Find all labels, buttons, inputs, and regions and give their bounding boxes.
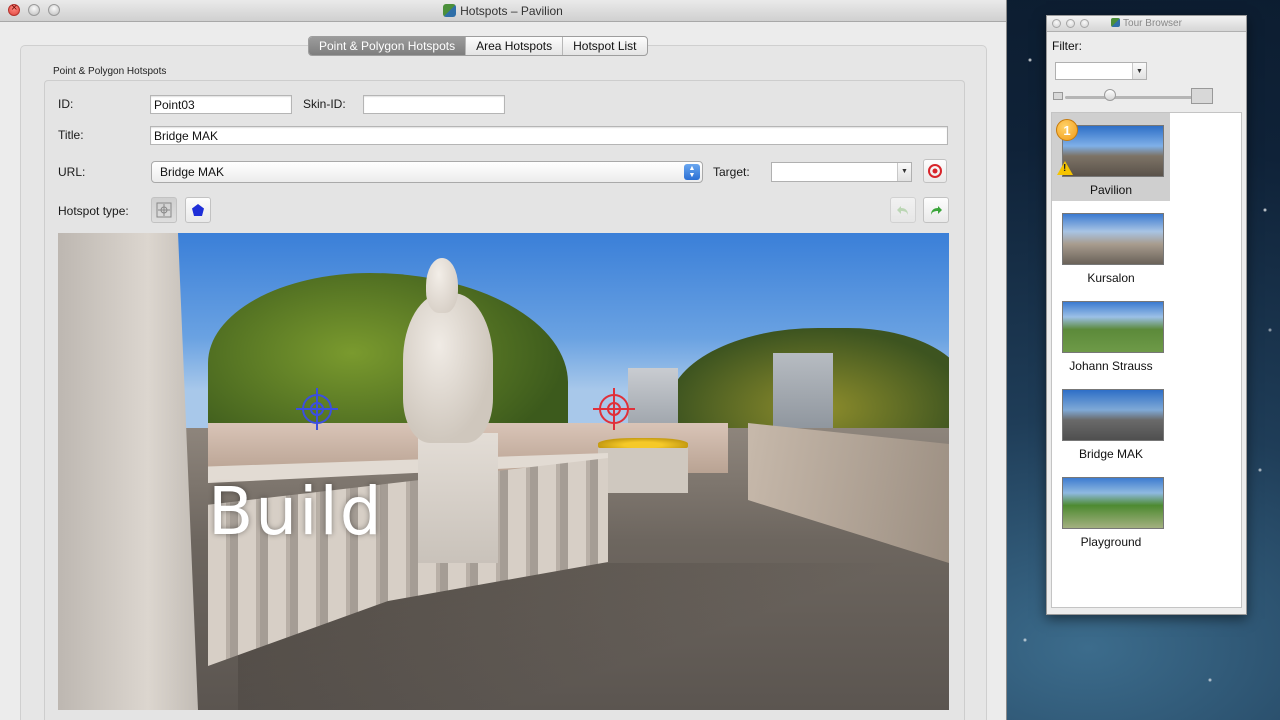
chevron-down-icon: ▼ — [897, 163, 911, 181]
point-hotspot-icon — [156, 202, 172, 218]
target-combo[interactable]: ▼ — [771, 162, 912, 182]
undo-button[interactable] — [890, 197, 916, 223]
point-hotspot-type-button[interactable] — [151, 197, 177, 223]
tab-bar: Point & Polygon Hotspots Area Hotspots H… — [308, 36, 648, 56]
redo-icon — [931, 206, 942, 215]
title-label: Title: — [58, 128, 84, 142]
section-title: Point & Polygon Hotspots — [53, 66, 167, 77]
tour-browser-title-text: Tour Browser — [1123, 18, 1182, 29]
node-label: Johann Strauss — [1069, 359, 1153, 373]
tour-node-playground[interactable]: Playground — [1052, 465, 1170, 553]
overlay-caption: Build — [208, 473, 384, 550]
tour-browser-titlebar[interactable]: Tour Browser — [1047, 16, 1246, 32]
node-label: Playground — [1080, 535, 1142, 549]
url-select[interactable]: Bridge MAK ▲ ▼ — [151, 161, 703, 183]
planter-box — [598, 448, 688, 493]
node-label: Kursalon — [1087, 271, 1135, 285]
url-target-remove-button[interactable] — [923, 159, 947, 183]
distant-building — [773, 353, 833, 433]
distant-building — [628, 368, 678, 428]
target-label: Target: — [713, 165, 750, 179]
id-field[interactable] — [150, 95, 292, 114]
title-field[interactable] — [150, 126, 948, 145]
point-hotspot-marker[interactable] — [296, 388, 338, 430]
slider-knob[interactable] — [1104, 89, 1116, 101]
filter-combo[interactable]: ▼ — [1055, 62, 1147, 80]
skin-id-field[interactable] — [363, 95, 505, 114]
start-node-badge: 1 — [1056, 119, 1078, 141]
warning-icon: ! — [1057, 161, 1073, 175]
window-titlebar[interactable]: Hotspots – Pavilion — [0, 0, 1006, 22]
crosshair-inner-ring — [607, 402, 621, 416]
select-stepper-icon: ▲ ▼ — [684, 164, 700, 180]
polygon-hotspot-type-button[interactable] — [185, 197, 211, 223]
node-thumbnail — [1062, 389, 1164, 441]
tour-node-johann-strauss[interactable]: Johann Strauss — [1052, 289, 1170, 377]
statue-head — [426, 258, 458, 313]
panorama-viewport[interactable]: Build — [58, 233, 949, 710]
point-hotspot-marker-selected[interactable] — [593, 388, 635, 430]
thumbnail-large-icon — [1191, 88, 1213, 104]
node-thumbnail — [1062, 213, 1164, 265]
crosshair-inner-ring — [310, 402, 324, 416]
filter-label: Filter: — [1052, 39, 1082, 53]
hotspots-window: Hotspots – Pavilion Point & Polygon Hots… — [0, 0, 1007, 720]
chevron-down-icon: ▼ — [1132, 63, 1146, 79]
app-icon — [1111, 18, 1121, 27]
undo-icon — [897, 206, 908, 215]
tab-hotspot-list[interactable]: Hotspot List — [562, 37, 646, 55]
url-select-value: Bridge MAK — [160, 165, 225, 179]
crosshair-icon — [302, 394, 332, 424]
tour-browser-title: Tour Browser — [1047, 18, 1246, 29]
id-label: ID: — [58, 97, 74, 111]
tour-node-bridge-mak[interactable]: Bridge MAK — [1052, 377, 1170, 465]
app-icon — [443, 4, 457, 17]
crosshair-icon — [599, 394, 629, 424]
thumbnail-small-icon — [1053, 92, 1063, 100]
thumbnail-size-slider[interactable] — [1065, 96, 1193, 99]
tab-area-hotspots[interactable]: Area Hotspots — [465, 37, 562, 55]
tour-node-list: 1 ! Pavilion Kursalon Johann Strauss Bri… — [1051, 112, 1242, 608]
node-thumbnail — [1062, 301, 1164, 353]
redo-button[interactable] — [923, 197, 949, 223]
node-label: Bridge MAK — [1078, 447, 1144, 461]
tour-browser-window: Tour Browser Filter: ▼ 1 ! Pavilion Kurs… — [1046, 15, 1247, 615]
target-stop-icon — [928, 164, 942, 178]
statue — [403, 293, 493, 443]
url-label: URL: — [58, 165, 86, 179]
skin-id-label: Skin-ID: — [303, 97, 346, 111]
tour-node-pavilion[interactable]: 1 ! Pavilion — [1052, 113, 1170, 201]
node-thumbnail — [1062, 477, 1164, 529]
window-title: Hotspots – Pavilion — [0, 4, 1006, 18]
tour-node-kursalon[interactable]: Kursalon — [1052, 201, 1170, 289]
hotspot-type-label: Hotspot type: — [58, 204, 129, 218]
statue-pedestal — [418, 433, 498, 563]
polygon-icon — [192, 204, 204, 216]
tab-point-polygon-hotspots[interactable]: Point & Polygon Hotspots — [309, 37, 466, 55]
warning-mark: ! — [1063, 163, 1067, 174]
node-label: Pavilion — [1089, 183, 1133, 197]
window-title-text: Hotspots – Pavilion — [460, 4, 563, 18]
